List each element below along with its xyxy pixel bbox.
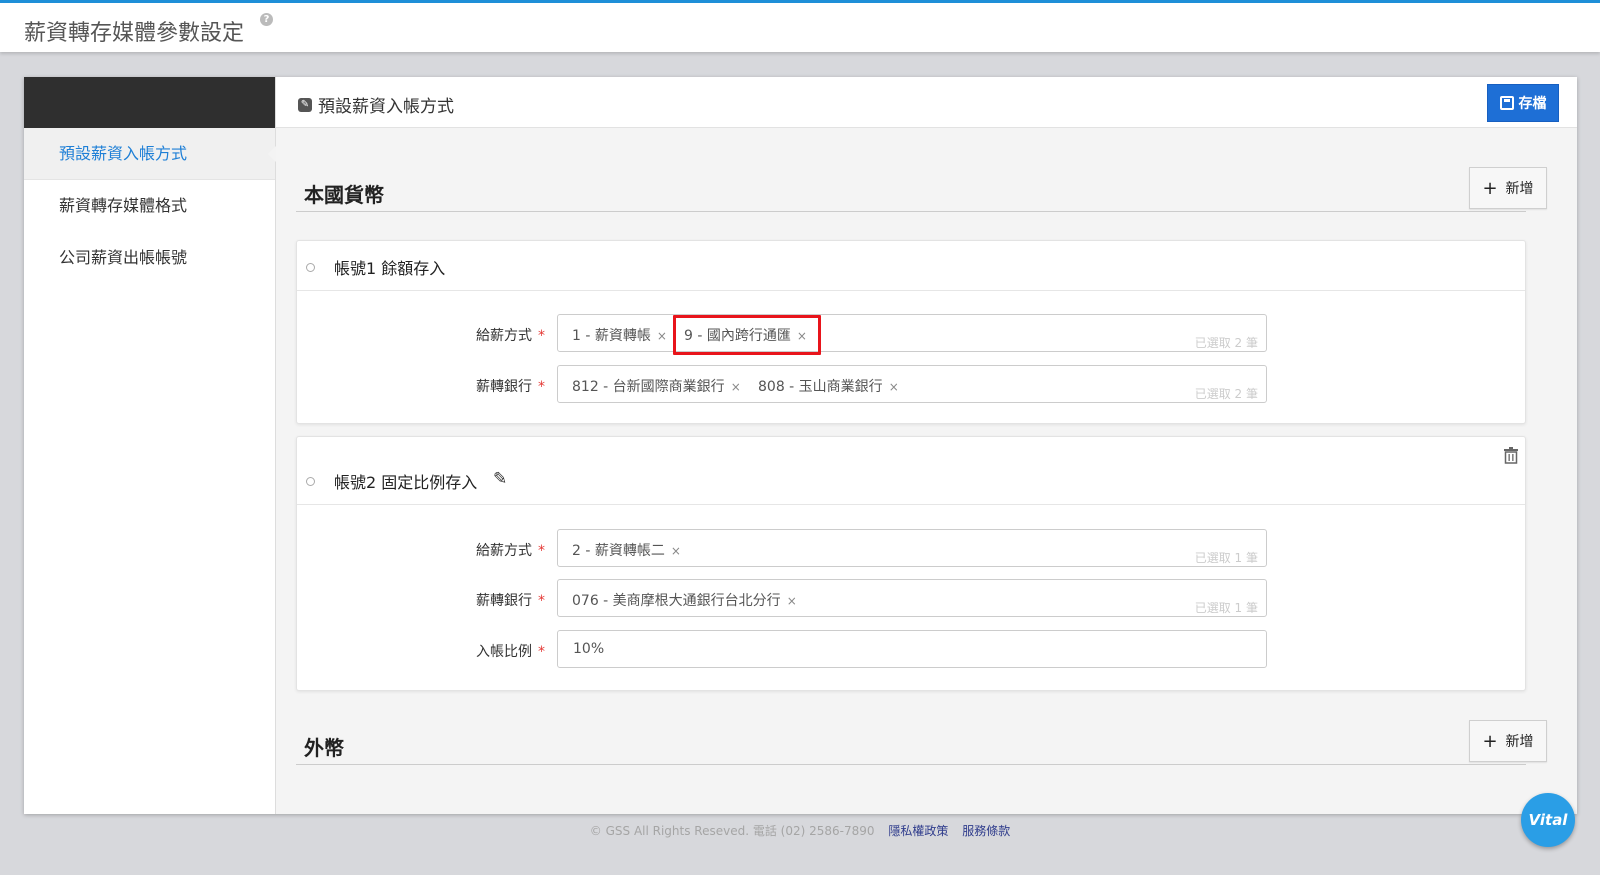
bank-select[interactable]: 076 - 美商摩根大通銀行台北分行 × 已選取 1 筆	[557, 579, 1267, 617]
selected-tag: 1 - 薪資轉帳 ×	[572, 325, 667, 345]
selected-count: 已選取 2 筆	[1194, 387, 1258, 401]
sidebar-item-company-accounts[interactable]: 公司薪資出帳帳號	[24, 232, 275, 284]
foreign-currency-title: 外幣	[304, 736, 344, 760]
field-label-ratio: 入帳比例 *	[415, 641, 545, 661]
required-marker: *	[538, 543, 545, 559]
remove-tag-icon[interactable]: ×	[731, 380, 741, 394]
account-title: 帳號1 餘額存入	[334, 259, 446, 278]
selected-count: 已選取 1 筆	[1194, 551, 1258, 565]
save-button-label: 存檔	[1518, 96, 1547, 112]
remove-tag-icon[interactable]: ×	[787, 594, 797, 608]
bank-select[interactable]: 812 - 台新國際商業銀行 × 808 - 玉山商業銀行 × 已選取 2 筆	[557, 365, 1267, 403]
sidebar-item-default-deposit[interactable]: 預設薪資入帳方式	[24, 128, 276, 180]
field-label-pay-method: 給薪方式 *	[415, 325, 545, 345]
add-domestic-account-button[interactable]: + 新增	[1469, 167, 1547, 209]
required-marker: *	[538, 328, 545, 344]
rename-pen-icon[interactable]: ✎	[493, 469, 507, 489]
field-label-text: 入帳比例	[476, 644, 532, 660]
pay-method-select[interactable]: 1 - 薪資轉帳 × 9 - 國內跨行通匯 × 已選取 2 筆	[557, 314, 1267, 355]
vital-assistant-button[interactable]: Vital	[1521, 793, 1575, 847]
field-label-text: 薪轉銀行	[476, 379, 532, 395]
tag-label: 2 - 薪資轉帳二	[572, 543, 665, 559]
tag-label: 808 - 玉山商業銀行	[758, 379, 883, 395]
tag-label: 812 - 台新國際商業銀行	[572, 379, 725, 395]
account-radio[interactable]	[306, 477, 315, 486]
selected-tag: 812 - 台新國際商業銀行 ×	[572, 376, 741, 396]
sidebar-item-media-format[interactable]: 薪資轉存媒體格式	[24, 180, 275, 232]
plus-icon: +	[1482, 730, 1498, 752]
remove-tag-icon[interactable]: ×	[671, 544, 681, 558]
field-label-text: 給薪方式	[476, 543, 532, 559]
plus-icon: +	[1482, 177, 1498, 199]
field-label-pay-method: 給薪方式 *	[415, 540, 545, 560]
field-label-bank: 薪轉銀行 *	[415, 376, 545, 396]
edit-icon: ✎	[298, 98, 312, 112]
field-label-text: 薪轉銀行	[476, 593, 532, 609]
domestic-currency-title: 本國貨幣	[304, 183, 384, 207]
footer: © GSS All Rights Reseved. 電話 (02) 2586-7…	[0, 822, 1600, 839]
required-marker: *	[538, 593, 545, 609]
account-title: 帳號2 固定比例存入	[334, 473, 478, 492]
selected-tag: 076 - 美商摩根大通銀行台北分行 ×	[572, 590, 797, 610]
sidebar: 預設薪資入帳方式 薪資轉存媒體格式 公司薪資出帳帳號	[24, 77, 276, 814]
account-card-1: 帳號1 餘額存入 給薪方式 * 1 - 薪資轉帳 × 9 - 國內跨行通匯 × 已選取…	[296, 240, 1526, 424]
required-marker: *	[538, 644, 545, 660]
help-icon[interactable]: ?	[260, 13, 273, 26]
add-foreign-account-button[interactable]: + 新增	[1469, 720, 1547, 762]
terms-of-service-link[interactable]: 服務條款	[962, 824, 1010, 838]
privacy-policy-link[interactable]: 隱私權政策	[888, 824, 948, 838]
section-divider	[296, 211, 1526, 212]
tag-label: 1 - 薪資轉帳	[572, 328, 651, 344]
page-title: 薪資轉存媒體參數設定	[24, 21, 245, 46]
required-marker: *	[538, 379, 545, 395]
remove-tag-icon[interactable]: ×	[889, 380, 899, 394]
account-card-header: 帳號1 餘額存入	[297, 241, 1525, 291]
field-label-text: 給薪方式	[476, 328, 532, 344]
selected-count: 已選取 2 筆	[1194, 336, 1258, 350]
main-header: ✎ 預設薪資入帳方式 存檔	[276, 77, 1577, 128]
account-card-header: 帳號2 固定比例存入 ✎	[297, 437, 1525, 505]
copyright-text: © GSS All Rights Reseved. 電話 (02) 2586-7…	[589, 824, 875, 838]
deposit-ratio-input[interactable]: 10%	[557, 630, 1267, 668]
add-button-label: 新增	[1505, 734, 1534, 750]
main-content: ✎ 預設薪資入帳方式 存檔 本國貨幣 + 新增 帳號1 餘額存入 給薪方式 * 1…	[276, 77, 1577, 814]
sidebar-header	[24, 77, 275, 128]
tag-label: 076 - 美商摩根大通銀行台北分行	[572, 593, 781, 609]
main-header-title: 預設薪資入帳方式	[318, 97, 454, 117]
deposit-ratio-value: 10%	[573, 641, 605, 657]
field-label-bank: 薪轉銀行 *	[415, 590, 545, 610]
pay-method-select[interactable]: 2 - 薪資轉帳二 × 已選取 1 筆	[557, 529, 1267, 567]
selected-tag: 2 - 薪資轉帳二 ×	[572, 540, 681, 560]
save-button[interactable]: 存檔	[1487, 84, 1559, 122]
top-bar: 薪資轉存媒體參數設定 ?	[0, 0, 1600, 52]
trash-icon[interactable]	[1503, 447, 1519, 464]
account-card-2: 帳號2 固定比例存入 ✎ 給薪方式 * 2 - 薪資轉帳二 × 已選取 1 筆 薪轉…	[296, 436, 1526, 691]
save-icon	[1499, 96, 1514, 110]
account-radio[interactable]	[306, 263, 315, 272]
section-divider	[296, 764, 1526, 765]
add-button-label: 新增	[1505, 181, 1534, 197]
selected-count: 已選取 1 筆	[1194, 601, 1258, 615]
selected-tag: 808 - 玉山商業銀行 ×	[758, 376, 899, 396]
settings-panel: 預設薪資入帳方式 薪資轉存媒體格式 公司薪資出帳帳號 ✎ 預設薪資入帳方式 存檔…	[24, 77, 1577, 814]
highlight-annotation	[673, 315, 821, 355]
remove-tag-icon[interactable]: ×	[657, 329, 667, 343]
